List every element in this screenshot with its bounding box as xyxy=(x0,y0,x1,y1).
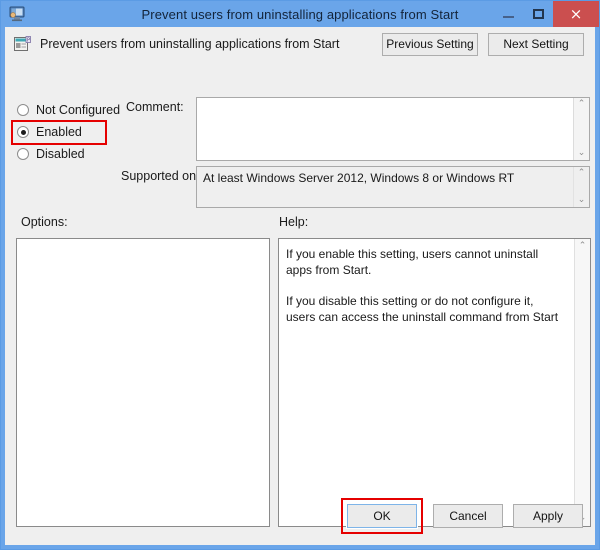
options-label: Options: xyxy=(21,215,68,229)
scroll-up-icon[interactable]: ⌃ xyxy=(578,100,586,109)
dialog-client-area: P Prevent users from uninstalling applic… xyxy=(5,27,595,545)
setting-title: Prevent users from uninstalling applicat… xyxy=(40,37,340,51)
apply-button[interactable]: Apply xyxy=(513,504,583,528)
minimize-icon xyxy=(502,16,514,18)
ok-highlight-box: OK xyxy=(341,498,423,534)
maximize-icon xyxy=(532,9,544,19)
help-scrollbar[interactable]: ⌃ ⌄ xyxy=(574,239,590,526)
radio-not-configured-label: Not Configured xyxy=(36,103,121,117)
dialog-buttons: OK Cancel Apply xyxy=(341,498,583,534)
radio-enabled-icon xyxy=(17,126,29,138)
scroll-up-icon[interactable]: ⌃ xyxy=(578,169,586,178)
radio-disabled-icon xyxy=(17,148,29,160)
policy-editor-icon xyxy=(8,6,26,22)
close-button[interactable]: × xyxy=(553,1,599,27)
radio-enabled-label: Enabled xyxy=(36,125,82,139)
close-icon: × xyxy=(569,4,583,23)
scroll-down-icon[interactable]: ⌄ xyxy=(578,149,586,158)
setting-header: P Prevent users from uninstalling applic… xyxy=(5,27,595,61)
radio-enabled[interactable]: Enabled xyxy=(17,121,177,143)
comment-input[interactable]: ⌃ ⌄ xyxy=(196,97,590,161)
radio-disabled[interactable]: Disabled xyxy=(17,143,177,165)
navigation-buttons: Previous Setting Next Setting xyxy=(382,32,584,56)
previous-setting-button[interactable]: Previous Setting xyxy=(382,32,478,56)
group-policy-setting-dialog: Prevent users from uninstalling applicat… xyxy=(0,0,600,550)
supported-on-field: At least Windows Server 2012, Windows 8 … xyxy=(196,166,590,208)
scroll-up-icon[interactable]: ⌃ xyxy=(579,242,587,251)
radio-disabled-label: Disabled xyxy=(36,147,85,161)
maximize-button[interactable] xyxy=(523,1,553,27)
help-label: Help: xyxy=(279,215,309,229)
supported-on-scrollbar[interactable]: ⌃ ⌄ xyxy=(573,167,589,207)
options-panel[interactable] xyxy=(16,238,270,527)
supported-on-label: Supported on: xyxy=(121,169,200,183)
policy-setting-icon: P xyxy=(14,35,31,53)
help-panel: If you enable this setting, users cannot… xyxy=(278,238,591,527)
comment-input-text[interactable] xyxy=(197,98,573,160)
window-controls: × xyxy=(493,1,599,27)
help-paragraph: If you disable this setting or do not co… xyxy=(286,294,559,324)
comment-scrollbar[interactable]: ⌃ ⌄ xyxy=(573,98,589,160)
next-setting-button[interactable]: Next Setting xyxy=(488,32,584,56)
help-text: If you enable this setting, users cannot… xyxy=(279,239,574,526)
cancel-button[interactable]: Cancel xyxy=(433,504,503,528)
minimize-button[interactable] xyxy=(493,1,523,27)
ok-button[interactable]: OK xyxy=(346,503,418,529)
supported-on-text: At least Windows Server 2012, Windows 8 … xyxy=(197,167,573,207)
help-paragraph: If you enable this setting, users cannot… xyxy=(286,247,539,277)
scroll-down-icon[interactable]: ⌄ xyxy=(578,196,586,205)
svg-text:P: P xyxy=(27,37,30,43)
radio-not-configured-icon xyxy=(17,104,29,116)
comment-label: Comment: xyxy=(126,100,184,114)
title-bar[interactable]: Prevent users from uninstalling applicat… xyxy=(1,1,599,27)
